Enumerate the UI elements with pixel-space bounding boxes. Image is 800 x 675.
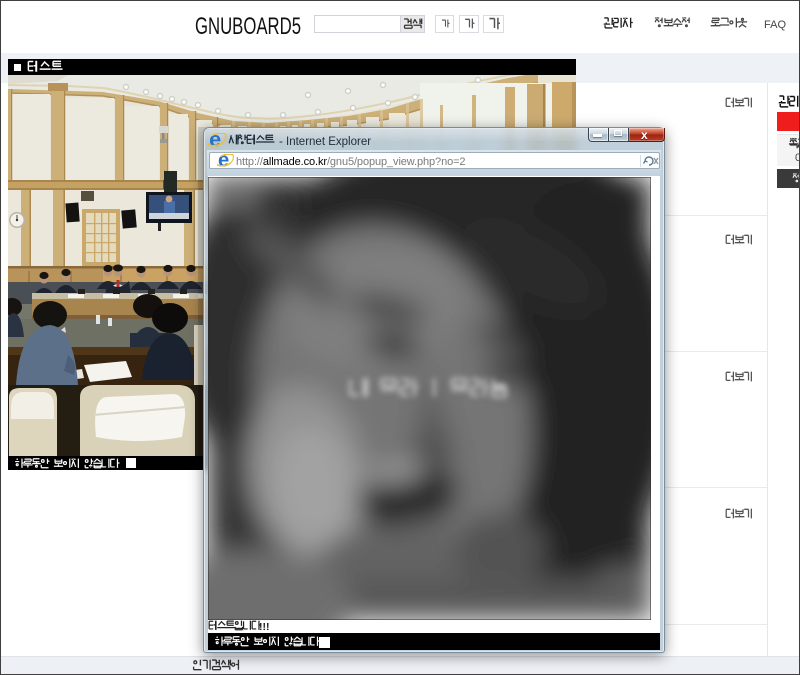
svg-text:x: x xyxy=(641,128,648,142)
svg-text:FAQ: FAQ xyxy=(764,19,786,31)
svg-text:- Internet Explorer: - Internet Explorer xyxy=(279,136,371,148)
svg-text:GNUBOARD5: GNUBOARD5 xyxy=(195,13,301,39)
svg-text:0: 0 xyxy=(795,152,800,164)
svg-text:e: e xyxy=(209,133,221,149)
svg-text:http://allmade.co.kr/gnu5/popu: http://allmade.co.kr/gnu5/popup_view.php… xyxy=(236,156,465,168)
svg-text:!!!: !!! xyxy=(259,621,270,633)
svg-text:e: e xyxy=(218,154,229,169)
